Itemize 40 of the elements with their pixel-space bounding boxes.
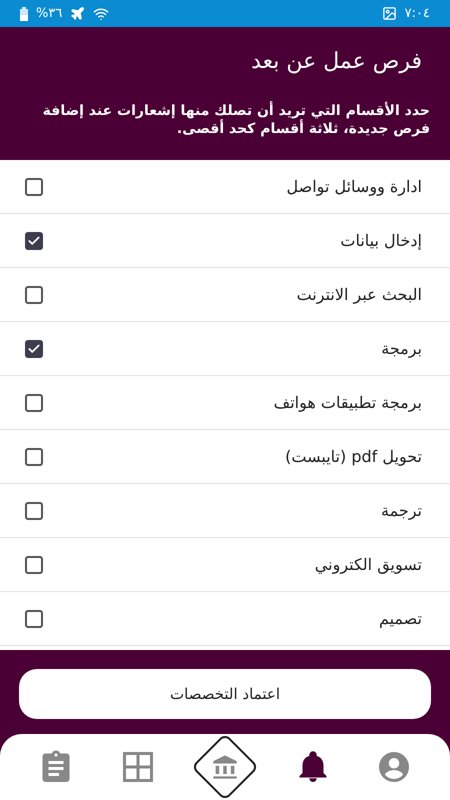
checkbox[interactable] [25, 394, 43, 412]
wifi-icon [93, 6, 110, 22]
checkbox[interactable] [25, 232, 43, 250]
category-label: تحويل pdf (تايبست) [285, 446, 422, 468]
category-row[interactable]: البحث عبر الانترنت [0, 268, 450, 322]
bank-icon [211, 753, 239, 781]
airplane-icon [70, 6, 86, 21]
category-row[interactable]: ترجمة [0, 484, 450, 538]
page-title: فرص عمل عن بعد [250, 48, 423, 76]
battery-icon [20, 6, 28, 20]
checkbox[interactable] [25, 448, 43, 466]
check-icon [27, 234, 41, 248]
checkbox[interactable] [25, 610, 43, 628]
checkbox[interactable] [25, 556, 43, 574]
confirm-button[interactable]: اعتماد التخصصات [19, 669, 431, 719]
image-icon [382, 6, 397, 21]
category-label: تصميم [378, 608, 422, 630]
category-row[interactable]: تحويل pdf (تايبست) [0, 430, 450, 484]
category-label: تسويق الكتروني [314, 554, 422, 576]
category-row[interactable]: برمجة تطبيقات هواتف [0, 376, 450, 430]
battery-percent: %٣٦ [36, 4, 62, 23]
category-label: ادارة ووسائل تواصل [286, 176, 422, 198]
category-label: برمجة [381, 338, 422, 360]
category-row[interactable]: تسويق الكتروني [0, 538, 450, 592]
checkbox[interactable] [25, 178, 43, 196]
category-row[interactable]: إدخال بيانات [0, 214, 450, 268]
category-label: برمجة تطبيقات هواتف [274, 392, 422, 414]
checkbox[interactable] [25, 502, 43, 520]
profile-icon[interactable] [376, 749, 412, 785]
category-row[interactable]: تصميم [0, 592, 450, 646]
category-label: ترجمة [381, 500, 422, 522]
check-icon [27, 342, 41, 356]
header-description: حدد الأقسام التي تريد أن تصلك منها إشعارات عند إضافة فرص جديدة، ثلاثة أقسام كحد أقصى. [42, 102, 430, 138]
checkbox[interactable] [25, 286, 43, 304]
category-label: البحث عبر الانترنت [296, 284, 422, 306]
checkbox[interactable] [25, 340, 43, 358]
category-label: إدخال بيانات [340, 230, 422, 252]
category-row[interactable]: ادارة ووسائل تواصل [0, 160, 450, 214]
category-row[interactable]: برمجة [0, 322, 450, 376]
status-time: ٧:٠٤ [404, 4, 430, 23]
